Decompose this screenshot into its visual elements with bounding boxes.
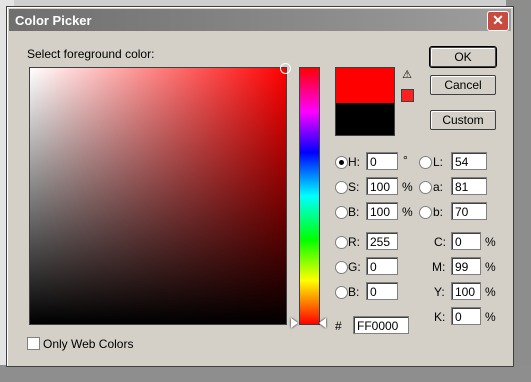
black-label: K: (434, 310, 446, 324)
background-bottom-strip (0, 365, 531, 382)
brightness-radio[interactable] (335, 206, 348, 219)
b-channel-input[interactable]: 70 (451, 202, 487, 220)
black-unit: % (485, 310, 496, 324)
saturation-label: S: (348, 180, 360, 194)
hue-radio[interactable] (335, 156, 348, 169)
blue-radio[interactable] (335, 286, 348, 299)
yellow-unit: % (485, 285, 496, 299)
magenta-unit: % (485, 260, 496, 274)
hue-label: H: (348, 155, 360, 169)
custom-button[interactable]: Custom (430, 110, 496, 130)
a-channel-radio[interactable] (419, 181, 432, 194)
hue-input[interactable]: 0 (366, 152, 398, 170)
green-label: G: (348, 260, 361, 274)
yellow-label: Y: (434, 285, 445, 299)
new-color-swatch (335, 67, 395, 104)
color-picker-dialog: Color Picker ✕ Select foreground color: … (6, 6, 514, 367)
lightness-input[interactable]: 54 (451, 152, 487, 170)
saturation-radio[interactable] (335, 181, 348, 194)
hue-slider[interactable] (299, 67, 320, 325)
cyan-input[interactable]: 0 (451, 232, 481, 250)
close-button[interactable]: ✕ (487, 11, 509, 31)
title-bar[interactable]: Color Picker ✕ (9, 9, 511, 31)
only-web-colors-label: Only Web Colors (43, 337, 134, 351)
saturation-brightness-field[interactable] (29, 67, 287, 325)
only-web-colors-checkbox[interactable] (27, 337, 40, 350)
a-channel-label: a: (433, 180, 444, 194)
dialog-title: Color Picker (15, 13, 92, 28)
cancel-button[interactable]: Cancel (430, 75, 496, 95)
hex-label: # (335, 319, 342, 333)
blue-label: B: (348, 285, 360, 299)
saturation-unit: % (402, 180, 413, 194)
hue-slider-right-arrow-icon[interactable] (319, 318, 326, 328)
current-color-swatch[interactable] (335, 103, 395, 136)
brightness-unit: % (402, 205, 413, 219)
brightness-input[interactable]: 100 (366, 202, 398, 220)
close-icon: ✕ (492, 12, 504, 28)
red-input[interactable]: 255 (366, 232, 398, 250)
blue-input[interactable]: 0 (366, 282, 398, 300)
brightness-label: B: (348, 205, 360, 219)
lightness-radio[interactable] (419, 156, 432, 169)
cyan-unit: % (485, 235, 496, 249)
red-label: R: (348, 235, 360, 249)
cyan-label: C: (434, 235, 446, 249)
magenta-label: M: (432, 260, 446, 274)
gamut-correction-swatch[interactable] (401, 89, 414, 102)
prompt-label: Select foreground color: (27, 47, 155, 61)
b-channel-radio[interactable] (419, 206, 432, 219)
a-channel-input[interactable]: 81 (451, 177, 487, 195)
b-channel-label: b: (433, 205, 444, 219)
red-radio[interactable] (335, 236, 348, 249)
hue-unit: ° (403, 153, 408, 167)
black-input[interactable]: 0 (451, 307, 481, 325)
magenta-input[interactable]: 99 (451, 257, 481, 275)
green-radio[interactable] (335, 261, 348, 274)
ok-button[interactable]: OK (429, 46, 497, 68)
yellow-input[interactable]: 100 (451, 282, 481, 300)
saturation-input[interactable]: 100 (366, 177, 398, 195)
green-input[interactable]: 0 (366, 257, 398, 275)
hex-input[interactable]: FF0000 (353, 316, 409, 334)
out-of-gamut-warning-icon[interactable]: ⚠ (401, 69, 413, 81)
color-field-marker[interactable] (280, 63, 291, 74)
hue-slider-left-arrow-icon[interactable] (291, 318, 298, 328)
lightness-label: L: (433, 155, 444, 169)
